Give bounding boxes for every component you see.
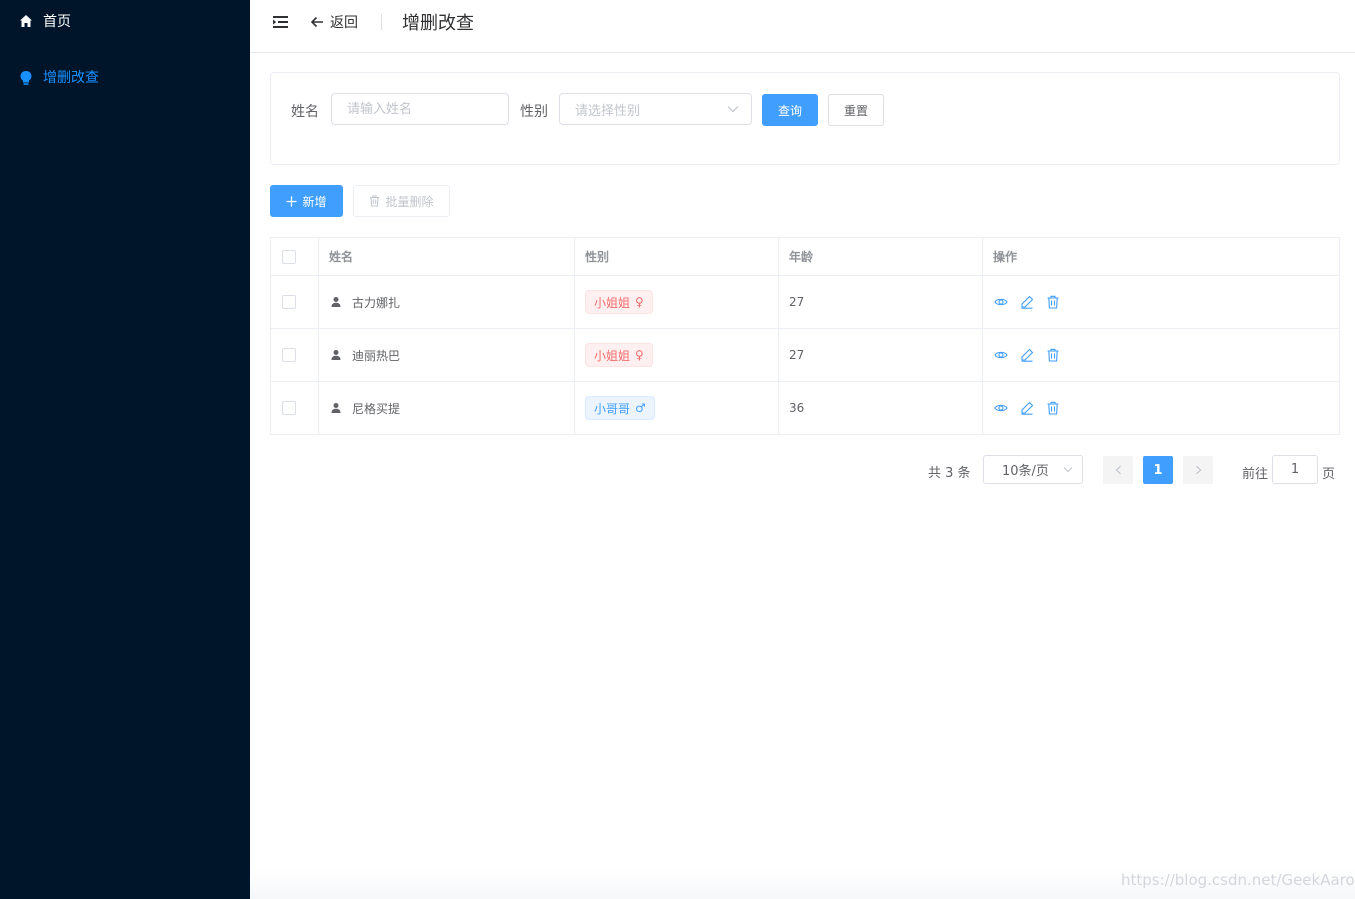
back-button[interactable]: 返回 [310,11,358,33]
user-icon [330,402,342,414]
row-name: 迪丽热巴 [352,348,401,363]
data-table: 姓名 性别 年龄 操作 古力娜扎 小姐姐 ♀ 27 迪丽热巴 小姐姐 ♀ 27 … [270,237,1340,435]
watermark: https://blog.csdn.net/GeekAaron [1121,871,1355,889]
male-icon: ♂ [635,401,646,415]
batch-delete-button[interactable]: 批量删除 [353,185,450,217]
next-page-button[interactable] [1183,456,1213,484]
gender-label: 性别 [520,104,548,120]
delete-icon[interactable] [1046,348,1060,362]
batch-delete-label: 批量删除 [385,194,434,209]
page-title: 增删改查 [402,13,474,34]
page-size-select[interactable]: 10条/页 [983,455,1083,484]
table-row: 尼格买提 小哥哥 ♂ 36 [271,382,1339,435]
edit-icon[interactable] [1020,348,1034,362]
search-panel: 姓名 性别 请选择性别 查询 重置 [270,72,1340,165]
chevron-down-icon [1063,467,1073,473]
gender-tag: 小姐姐 ♀ [585,343,653,367]
name-input[interactable] [331,93,509,125]
row-name: 古力娜扎 [352,295,401,310]
trash-icon [370,195,380,207]
chevron-left-icon [1115,465,1121,475]
page-number-button[interactable]: 1 [1143,456,1173,484]
table-row: 古力娜扎 小姐姐 ♀ 27 [271,276,1339,329]
gender-tag: 小姐姐 ♀ [585,290,653,314]
sidebar-item-label: 增删改查 [43,70,99,86]
row-checkbox[interactable] [282,295,296,309]
page-jump-input[interactable] [1272,455,1318,484]
column-header-name[interactable]: 姓名 [319,238,575,275]
goto-label: 前往 [1242,467,1269,482]
sidebar-item-home[interactable]: 首页 [0,1,250,41]
header-divider [381,14,382,30]
gender-tag: 小哥哥 ♂ [585,396,655,420]
gender-select[interactable]: 请选择性别 [559,93,752,125]
row-checkbox[interactable] [282,348,296,362]
chevron-down-icon [727,106,739,113]
add-label: 新增 [302,194,327,209]
female-icon: ♀ [635,295,644,309]
sidebar-item-crud[interactable]: 增删改查 [0,57,250,97]
edit-icon[interactable] [1020,401,1034,415]
menu-fold-icon[interactable] [272,14,290,30]
sidebar: 首页 增删改查 [0,0,250,899]
row-age: 27 [779,329,983,381]
reset-button[interactable]: 重置 [828,94,884,126]
page-size-value: 10条/页 [1002,464,1049,479]
row-age: 27 [779,276,983,328]
user-icon [330,349,342,361]
bulb-icon [19,70,33,85]
back-label: 返回 [330,15,358,31]
edit-icon[interactable] [1020,295,1034,309]
table-header: 姓名 性别 年龄 操作 [271,238,1339,276]
column-header-gender[interactable]: 性别 [575,238,779,275]
user-icon [330,296,342,308]
delete-icon[interactable] [1046,295,1060,309]
arrow-left-icon [310,16,323,28]
column-header-age[interactable]: 年龄 [779,238,983,275]
select-all-cell [271,238,319,275]
gender-select-placeholder: 请选择性别 [575,103,641,119]
female-icon: ♀ [635,348,644,362]
delete-icon[interactable] [1046,401,1060,415]
row-name: 尼格买提 [352,401,401,416]
pagination-total: 共 3 条 [928,466,971,481]
chevron-right-icon [1195,465,1201,475]
add-button[interactable]: 新增 [270,185,343,217]
select-all-checkbox[interactable] [282,249,296,264]
column-header-actions: 操作 [993,250,1018,264]
sidebar-item-label: 首页 [43,14,71,30]
table-row: 迪丽热巴 小姐姐 ♀ 27 [271,329,1339,382]
home-icon [19,14,33,28]
query-button[interactable]: 查询 [762,94,818,126]
prev-page-button[interactable] [1103,456,1133,484]
row-age: 36 [779,382,983,434]
plus-icon [286,196,297,206]
page-suffix-label: 页 [1322,467,1336,482]
view-icon[interactable] [994,401,1008,415]
view-icon[interactable] [994,348,1008,362]
row-checkbox[interactable] [282,401,296,415]
view-icon[interactable] [994,295,1008,309]
top-header: 返回 增删改查 [250,0,1355,53]
name-label: 姓名 [291,104,319,120]
